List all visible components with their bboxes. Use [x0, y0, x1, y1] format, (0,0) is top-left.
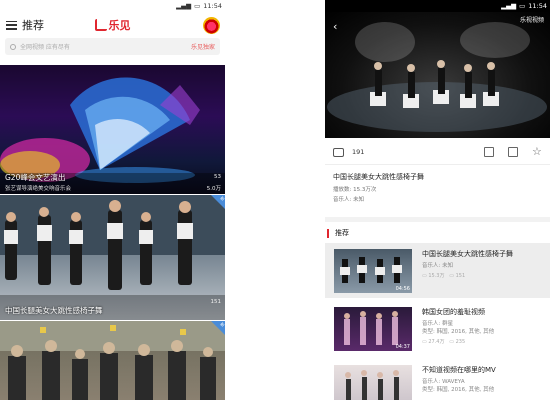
card-title: G20峰会文艺演出 [5, 173, 66, 182]
recommend-heading: 推荐 [335, 229, 349, 237]
search-icon [10, 43, 16, 50]
avatar[interactable] [203, 16, 220, 34]
logo-mark-icon [94, 19, 107, 31]
play-count: 播放数: 15.3万次 [333, 187, 377, 193]
top-bar: 推荐 乐见 [0, 12, 225, 38]
card-plays: 5.0万 [206, 186, 221, 192]
musician: 音乐人: 未知 [333, 197, 365, 203]
item-title: 韩国女团的羞耻视频 [422, 308, 485, 316]
item-thumbnail: 04:37 [334, 307, 412, 351]
section-divider [325, 217, 550, 222]
search-input[interactable]: 全网视频 应有尽有 乐见独家 [5, 38, 220, 55]
battery-icon: ▭ [519, 2, 526, 10]
download-icon[interactable] [484, 147, 494, 157]
views-icon: ▭ [422, 339, 427, 345]
logo-text: 乐见 [108, 19, 131, 32]
status-bar: ▂▄▆ ▭ 11:54 [0, 0, 225, 12]
video-frame [327, 22, 547, 132]
card-title: 中国长腿美女大跳性感椅子舞 [5, 306, 103, 315]
item-duration: 04:37 [395, 344, 410, 350]
item-musician: 音乐人: 群星 [422, 321, 454, 327]
page-title: 推荐 [22, 19, 44, 32]
video-title: 中国长腿美女大跳性感椅子舞 [333, 173, 424, 181]
card-count: 53 [214, 174, 221, 180]
video-thumbnail [0, 321, 225, 400]
back-arrow-icon[interactable]: ‹ [333, 20, 337, 33]
item-title: 中国长腿美女大跳性感椅子舞 [422, 250, 513, 258]
item-musician: 音乐人: 未知 [422, 263, 454, 269]
status-time: 11:54 [203, 2, 222, 10]
item-duration: 04:56 [395, 286, 410, 292]
home-screen: ▂▄▆ ▭ 11:54 推荐 乐见 全网视频 应有尽有 乐见独家 G20峰会文艺… [0, 0, 225, 400]
action-bar: 191 ☆ [325, 140, 550, 165]
status-time: 11:54 [528, 2, 547, 10]
recommend-header: 推荐 [325, 226, 550, 240]
status-bar: ▂▄▆ ▭ 11:54 [325, 0, 550, 12]
new-badge: 新 [211, 321, 225, 335]
video-player[interactable]: ‹ 乐视视频 [325, 12, 550, 138]
favorite-star-icon[interactable]: ☆ [532, 146, 542, 157]
comment-count: 191 [352, 148, 365, 156]
app-logo: 乐见 [94, 17, 131, 33]
search-hot-tag[interactable]: 乐见独家 [191, 42, 215, 51]
item-thumbnail [334, 365, 412, 400]
video-card[interactable]: G20峰会文艺演出 张艺谋导演绝美交响音乐会 53 5.0万 [0, 65, 225, 194]
comment-small-icon: ▭ [449, 273, 454, 279]
item-genre: 类型: 韩国, 2016, 其他, 其他 [422, 387, 495, 393]
card-subtitle: 张艺谋导演绝美交响音乐会 [5, 186, 72, 192]
recommend-item[interactable]: 04:37 韩国女团的羞耻视频 音乐人: 群星 类型: 韩国, 2016, 其他… [325, 301, 550, 356]
search-placeholder: 全网视频 应有尽有 [20, 44, 70, 51]
new-badge: 新 [211, 195, 225, 209]
item-musician: 音乐人: WAVEYA [422, 379, 465, 385]
card-count: 151 [210, 299, 222, 305]
item-title: 不知道视频在哪里的MV [422, 366, 496, 374]
item-genre: 类型: 韩国, 2016, 其他, 其他 [422, 329, 495, 335]
signal-icon: ▂▄▆ [501, 2, 517, 10]
recommend-item[interactable]: 04:56 中国长腿美女大跳性感椅子舞 音乐人: 未知 ▭ 15.3万 ▭ 15… [325, 243, 550, 298]
recommend-item[interactable]: 不知道视频在哪里的MV 音乐人: WAVEYA 类型: 韩国, 2016, 其他… [325, 359, 550, 400]
share-icon[interactable] [508, 147, 518, 157]
views-icon: ▭ [422, 273, 427, 279]
video-detail-screen: ▂▄▆ ▭ 11:54 ‹ 乐视视频 191 ☆ 中国长腿美女大跳性感椅子舞 播… [325, 0, 550, 400]
item-stats: ▭ 15.3万 ▭ 151 [422, 273, 466, 279]
battery-icon: ▭ [194, 2, 201, 10]
menu-icon[interactable] [6, 20, 17, 30]
video-thumbnail [0, 195, 225, 320]
comment-small-icon: ▭ [449, 339, 454, 345]
video-card[interactable]: 新 [0, 321, 225, 400]
section-marker [327, 228, 329, 238]
signal-icon: ▂▄▆ [176, 2, 192, 10]
player-source-label: 乐视视频 [519, 17, 544, 24]
comment-icon[interactable] [333, 147, 344, 157]
video-card[interactable]: 新 中国长腿美女大跳性感椅子舞 151 [0, 195, 225, 320]
video-info: 中国长腿美女大跳性感椅子舞 播放数: 15.3万次 音乐人: 未知 [333, 172, 542, 205]
item-stats: ▭ 27.4万 ▭ 235 [422, 339, 466, 345]
item-thumbnail: 04:56 [334, 249, 412, 293]
